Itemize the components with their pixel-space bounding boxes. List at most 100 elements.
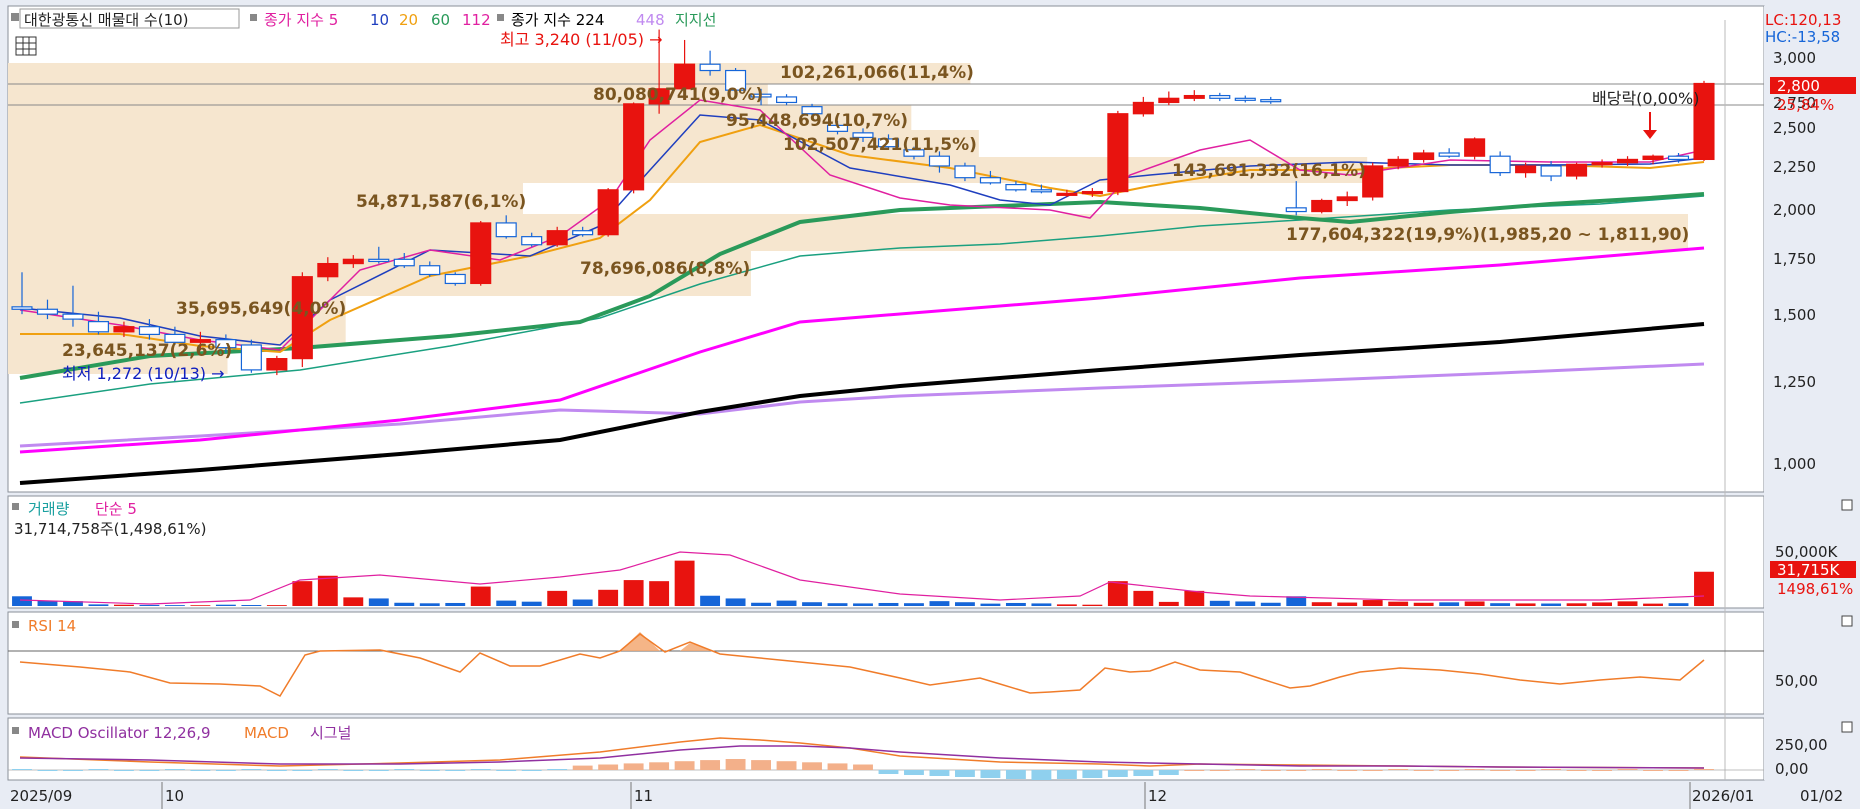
vp-label: 35,695,649(4,0%) (176, 299, 346, 319)
price-tick: 2,250 (1773, 158, 1816, 176)
candle-body (1566, 163, 1588, 177)
volume-bar (929, 601, 950, 606)
volume-bar (241, 605, 262, 606)
volume-bar (1260, 602, 1281, 606)
vp-band (8, 157, 1368, 183)
macd-bar (164, 769, 185, 770)
stock-chart[interactable]: 3,000 2,750 2,500 2,250 2,000 1,750 1,50… (0, 0, 1860, 809)
candle-body (776, 96, 798, 104)
candle-body (495, 222, 517, 238)
candle-body (954, 165, 976, 179)
macd-bar (1311, 769, 1332, 770)
x-label: 10 (165, 787, 184, 805)
volume-panel-close-icon[interactable] (1841, 499, 1853, 511)
macd-bar (1541, 769, 1562, 770)
volume-bar (955, 602, 975, 606)
macd-bar (1617, 769, 1638, 770)
macd-bar (572, 765, 593, 770)
macd-bar (88, 769, 109, 770)
candle-body (623, 103, 645, 191)
volume-bar (1694, 571, 1714, 606)
macd-bar (1260, 770, 1281, 771)
candle-body (393, 258, 415, 267)
macd-bar (980, 770, 1001, 778)
macd-bar (1158, 770, 1179, 775)
price-tick: 2,000 (1773, 201, 1816, 219)
price-tick: 1,750 (1773, 250, 1816, 268)
volume-bar (1592, 602, 1612, 606)
x-label: 2026/01 (1692, 787, 1754, 805)
candle-body (1642, 155, 1664, 161)
candle-body (444, 273, 466, 285)
x-label: 11 (634, 787, 653, 805)
macd-panel-close-icon[interactable] (1841, 721, 1853, 733)
candle-body (138, 326, 160, 336)
price-tick: 1,250 (1773, 373, 1816, 391)
macd-bar (1643, 770, 1663, 771)
candle-body (1311, 199, 1333, 213)
macd-bar (1133, 770, 1154, 776)
volume-bar (292, 581, 313, 606)
candle-body (317, 262, 339, 278)
volume-bar (1184, 590, 1205, 606)
volume-bar (1464, 601, 1485, 606)
volume-bar (980, 603, 1001, 606)
volume-bar (1541, 603, 1562, 606)
candle-body (1183, 94, 1205, 99)
current-volume-pct: 1498,61% (1777, 580, 1853, 598)
candle-body (36, 308, 59, 315)
volume-bar (674, 560, 695, 606)
legend-macd-osc: MACD Oscillator 12,26,9 (28, 724, 211, 742)
macd-bar (266, 770, 287, 771)
volume-bar (904, 603, 924, 606)
current-volume: 31,715K (1777, 561, 1840, 579)
candle-body (1438, 152, 1460, 157)
vp-label: 80,080,741(9,0%) (593, 85, 763, 105)
price-tick: 3,000 (1773, 49, 1816, 67)
low-marker: 최저 1,272 (10/13) → (62, 364, 225, 383)
vp-label: 177,604,322(19,9%)(1,985,20 ~ 1,811,90) (1286, 225, 1689, 245)
volume-bar (623, 580, 644, 606)
candle-body (342, 258, 364, 265)
macd-bar (776, 761, 797, 770)
rsi-panel-close-icon[interactable] (1841, 615, 1853, 627)
candle-body (1158, 97, 1180, 104)
macd-bar (368, 770, 389, 771)
macd-bar (802, 762, 822, 770)
volume-summary: 31,714,758주(1,498,61%) (14, 520, 206, 538)
vp-label: 102,507,421(11,5%) (783, 135, 977, 155)
candle-body (266, 358, 288, 371)
candle-body (368, 258, 390, 263)
macd-bar (1107, 770, 1128, 777)
table-icon[interactable] (15, 36, 37, 56)
legend-support: 지지선 (675, 11, 716, 29)
candle-body (470, 222, 492, 285)
macd-bar (1031, 770, 1052, 780)
candle-body (1107, 113, 1129, 193)
rsi-panel[interactable] (7, 611, 1765, 715)
volume-bar (215, 604, 236, 606)
candle-body (419, 265, 441, 276)
volume-bar (445, 602, 466, 606)
volume-tick: 50,000K (1775, 543, 1838, 561)
x-label: 2025/09 (10, 787, 72, 805)
macd-bar (547, 769, 568, 770)
macd-bar (114, 770, 134, 771)
macd-bar (12, 769, 32, 770)
macd-bar (292, 770, 313, 771)
candle-body (11, 306, 33, 310)
macd-bar (598, 764, 619, 770)
candle-body (546, 230, 568, 246)
candle-body (1005, 183, 1027, 191)
volume-bar (1209, 600, 1230, 606)
candle-body (1489, 155, 1511, 174)
macd-bar (1362, 770, 1383, 771)
x-axis-area (0, 782, 1860, 809)
macd-bar (241, 769, 262, 770)
volume-bar (1515, 603, 1536, 606)
volume-bar (1617, 601, 1638, 606)
volume-bar (776, 600, 797, 606)
volume-bar (1668, 603, 1689, 606)
macd-bar (1566, 770, 1587, 771)
candle-body (1515, 165, 1537, 174)
